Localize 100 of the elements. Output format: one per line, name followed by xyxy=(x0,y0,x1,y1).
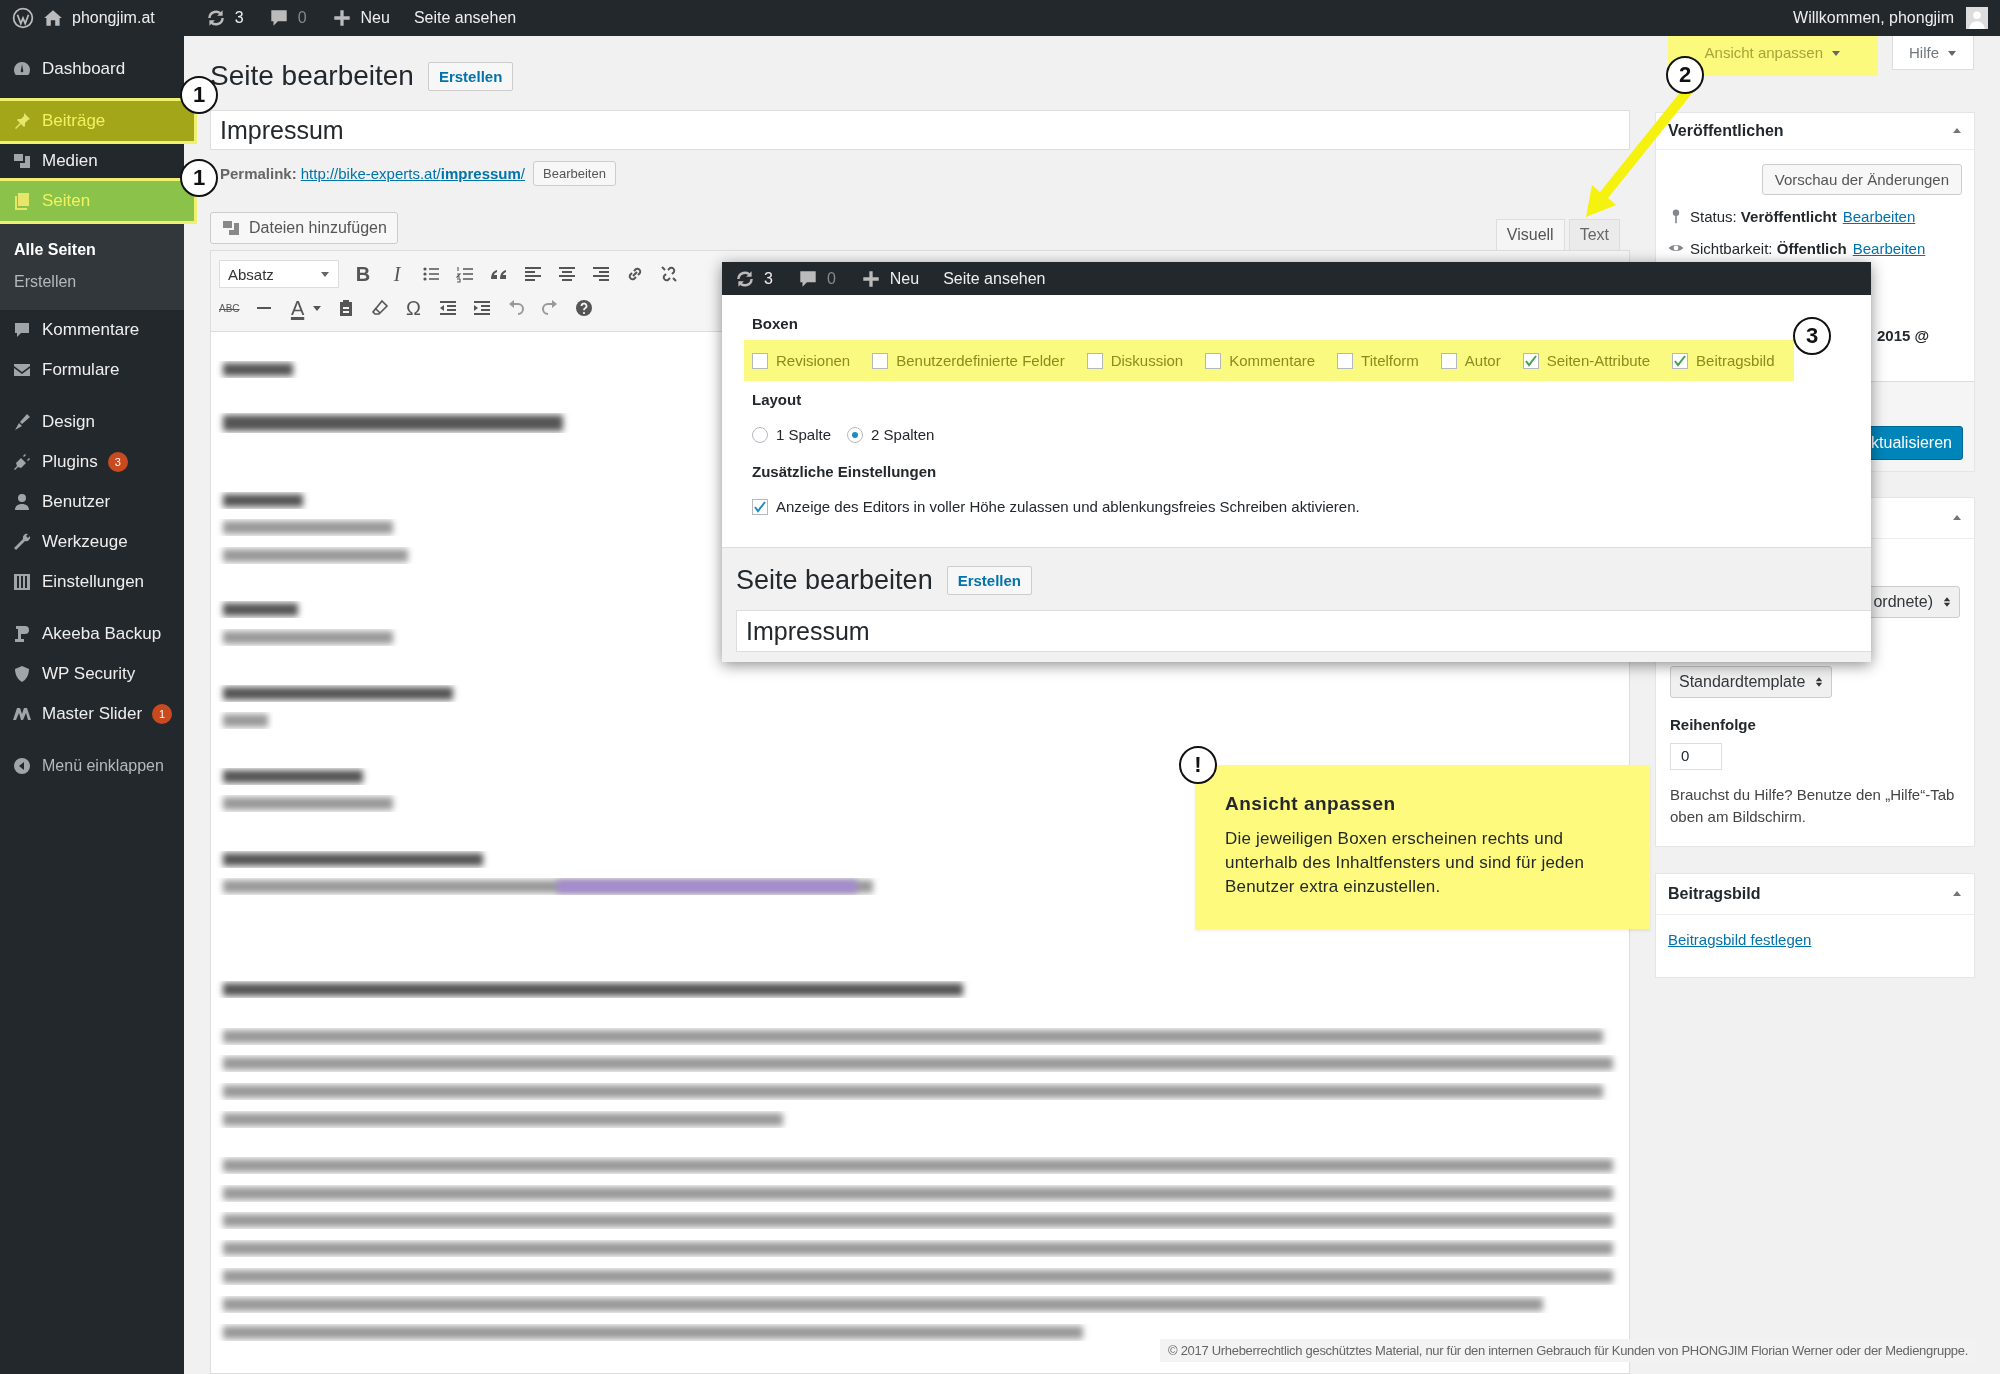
sidebar-item[interactable]: Plugins 3 xyxy=(0,442,184,482)
submenu-item[interactable]: Alle Seiten xyxy=(0,234,184,266)
editor-tab[interactable]: Visuell xyxy=(1495,219,1565,250)
checkbox[interactable] xyxy=(872,352,889,369)
checkbox-label: Beitragsbild xyxy=(1696,352,1775,369)
checkbox-label: Autor xyxy=(1464,352,1501,369)
comment-count: 0 xyxy=(826,269,836,288)
select-arrows-icon xyxy=(1815,676,1824,688)
sidebar-item[interactable]: Design xyxy=(0,402,184,442)
sidebar-item[interactable]: Akeeba Backup xyxy=(0,614,184,654)
featured-image-box-header[interactable]: Beitragsbild xyxy=(1656,874,1974,915)
radio-label: 1 Spalte xyxy=(776,426,832,443)
editor-tab[interactable]: Text xyxy=(1568,219,1620,250)
strikethrough-button[interactable]: ABC xyxy=(219,302,240,314)
note-title: Ansicht anpassen xyxy=(1225,793,1397,815)
permalink-link[interactable]: http://bike-experts.at/impressum/ xyxy=(300,164,525,182)
update-count[interactable]: 3 xyxy=(234,9,244,27)
view-page-link[interactable]: Seite ansehen xyxy=(413,9,517,27)
set-featured-image-link[interactable]: Beitragsbild festlegen xyxy=(1668,931,1812,948)
collapse-arrow-icon[interactable] xyxy=(1952,513,1962,523)
preview-button[interactable]: Vorschau der Änderungen xyxy=(1761,164,1962,195)
speech-bubble-icon xyxy=(12,320,32,340)
italic-button[interactable]: I xyxy=(387,262,407,286)
bold-button[interactable]: B xyxy=(353,262,373,286)
special-character-button[interactable]: Ω xyxy=(403,296,424,320)
screen-tab[interactable]: Hilfe xyxy=(1892,36,1974,70)
align-center-icon[interactable] xyxy=(557,264,577,284)
order-label: Reihenfolge xyxy=(1670,716,1757,733)
count-badge: 3 xyxy=(107,452,128,472)
text-color-button[interactable]: A xyxy=(287,296,308,320)
checkbox[interactable] xyxy=(752,352,768,369)
add-new-button[interactable]: Erstellen xyxy=(946,565,1033,595)
pages-icon xyxy=(12,191,32,211)
checkbox-label: Seiten-Attribute xyxy=(1546,352,1651,369)
step-marker: 1 xyxy=(180,159,218,197)
sidebar-item[interactable]: Einstellungen xyxy=(0,562,184,602)
hook-icon xyxy=(12,624,32,644)
wp-logo-icon[interactable] xyxy=(12,7,34,29)
submenu-item[interactable]: Erstellen xyxy=(0,266,184,298)
sidebar-item[interactable]: Kommentare xyxy=(0,310,184,350)
numbered-list-icon[interactable] xyxy=(455,264,475,284)
user-icon xyxy=(12,492,32,512)
brush-icon xyxy=(12,412,32,432)
help-text: Brauchst du Hilfe? Benutze den „Hilfe“-Tab oben am Bildschirm. xyxy=(1670,785,1956,827)
select-arrows-icon xyxy=(1943,596,1951,608)
collapse-menu-button[interactable]: Menü einklappen xyxy=(0,746,184,786)
title-field[interactable]: Impressum xyxy=(210,110,1630,150)
template-select[interactable]: Standardtemplate xyxy=(1670,666,1833,698)
collapse-arrow-icon[interactable] xyxy=(1952,126,1962,136)
help-icon[interactable] xyxy=(573,298,594,318)
indent-icon[interactable] xyxy=(471,298,492,318)
step-marker: 2 xyxy=(1666,56,1704,94)
checkbox-label: Kommentare xyxy=(1229,352,1316,369)
caret-icon[interactable] xyxy=(311,303,322,313)
edit-visibility-link[interactable]: Bearbeiten xyxy=(1852,239,1926,257)
checkbox-label: Titelform xyxy=(1361,352,1419,369)
checkbox[interactable] xyxy=(1522,352,1539,369)
section-heading: Zusätzliche Einstellungen xyxy=(752,463,938,480)
add-new-button[interactable]: Erstellen xyxy=(427,61,514,91)
collapse-arrow-icon[interactable] xyxy=(1952,889,1962,899)
checkbox[interactable] xyxy=(752,498,768,515)
publish-date-text: 2015 @ xyxy=(1877,327,1930,344)
note-text: Die jeweiligen Boxen erscheinen rechts und unterhalb des Inhaltfensters und sind für jeden Benutzer extra einzustellen. xyxy=(1225,828,1586,898)
checkbox[interactable] xyxy=(1205,352,1222,369)
sidebar-item[interactable]: Formulare xyxy=(0,350,184,390)
new-link[interactable]: Neu xyxy=(360,9,390,27)
edit-status-link[interactable]: Bearbeiten xyxy=(1842,207,1916,225)
count-badge: 1 xyxy=(152,704,173,724)
title-field[interactable]: Impressum xyxy=(736,610,1871,652)
unlink-icon[interactable] xyxy=(659,264,679,284)
checkbox-label: Diskussion xyxy=(1110,352,1184,369)
page-heading: Seite bearbeiten xyxy=(736,564,933,596)
format-select[interactable]: Absatz xyxy=(219,260,339,288)
checkbox-label: Benutzerdefinierte Felder xyxy=(896,352,1065,369)
radio-label: 2 Spalten xyxy=(871,426,935,443)
edit-permalink-button[interactable]: Bearbeiten xyxy=(533,160,616,186)
update-count: 3 xyxy=(764,269,773,288)
sidebar-item[interactable]: Master Slider 1 xyxy=(0,694,184,734)
checkbox[interactable] xyxy=(1672,352,1689,369)
sidebar-item[interactable]: Benutzer xyxy=(0,482,184,522)
outdent-icon[interactable] xyxy=(437,298,458,318)
visibility-text: Sichtbarkeit: Öffentlich xyxy=(1690,239,1847,257)
eraser-icon[interactable] xyxy=(369,298,390,318)
sidebar-item[interactable]: Werkzeuge xyxy=(0,522,184,562)
site-name-link[interactable]: phongjim.at xyxy=(72,9,155,27)
align-right-icon[interactable] xyxy=(591,264,611,284)
comment-count[interactable]: 0 xyxy=(297,9,307,27)
checkbox-label: Revisionen xyxy=(776,352,851,369)
checkbox[interactable] xyxy=(1337,352,1354,369)
sidebar-item[interactable]: WP Security xyxy=(0,654,184,694)
add-media-button[interactable]: Dateien hinzufügen xyxy=(210,212,398,244)
sliders-icon xyxy=(12,572,32,592)
order-field[interactable]: 0 xyxy=(1670,743,1722,770)
checkbox[interactable] xyxy=(1086,352,1103,369)
checkbox[interactable] xyxy=(1440,352,1457,369)
checkbox-label: Anzeige des Editors in voller Höhe zulassen und ablenkungsfreies Schreiben aktivieren. xyxy=(776,498,1360,515)
permalink-text: Permalink: xyxy=(220,164,297,182)
align-left-icon[interactable] xyxy=(523,264,543,284)
greeting-link[interactable]: Willkommen, phongjim xyxy=(1793,9,1954,27)
wrench-icon xyxy=(12,532,32,552)
